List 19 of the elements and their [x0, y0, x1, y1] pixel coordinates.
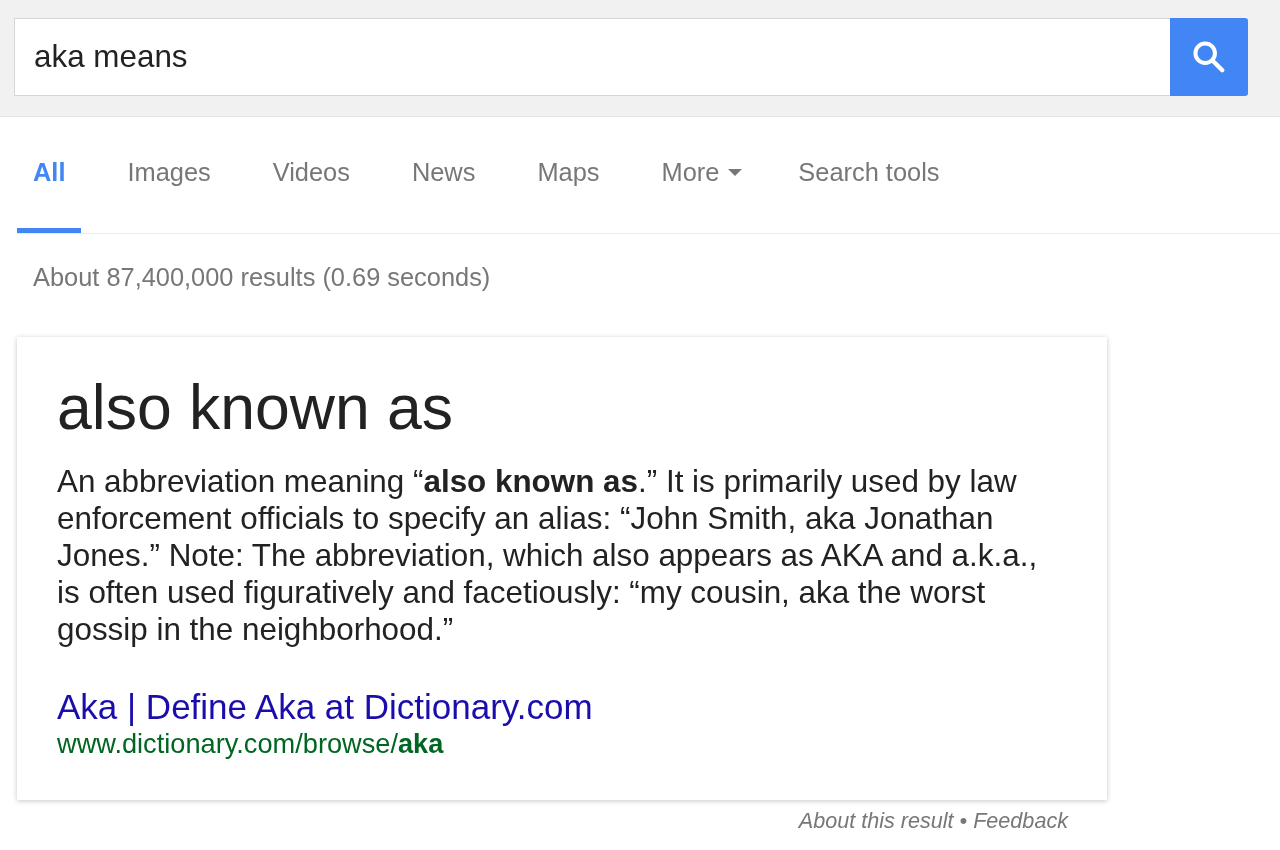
nav-tab[interactable]: Search tools	[782, 117, 956, 233]
nav-tab[interactable]: Images	[111, 117, 227, 233]
nav-tab[interactable]: News	[395, 117, 492, 233]
footer-link[interactable]: Feedback	[973, 808, 1068, 834]
nav-tab[interactable]: Maps	[521, 117, 616, 233]
result-stats: About 87,400,000 results (0.69 seconds)	[33, 262, 491, 292]
search-field[interactable]: aka means	[14, 18, 1170, 96]
definition-text: An abbreviation meaning “also known as.” It is primarily used by law enforcement officials to specify an alias: “John Smith, aka Jonathan Jones.” Note: The abbreviation, which also appears as AKA and a.k.a., is often used figuratively and facetiously: “my cousin, aka the worst gossip in the neighborhood.”	[57, 463, 1039, 648]
answer-title: also known as	[57, 371, 454, 444]
search-icon	[1193, 41, 1225, 73]
footer-link[interactable]: About this result	[798, 808, 954, 834]
source-url: www.dictionary.com/browse/aka	[57, 728, 444, 760]
separator-dot: •	[959, 808, 968, 834]
nav-tab[interactable]: All	[17, 117, 82, 233]
nav-tab[interactable]: Videos	[256, 117, 366, 233]
nav-tab[interactable]: More	[645, 117, 759, 233]
source-link[interactable]: Aka | Define Aka at Dictionary.com	[57, 686, 593, 728]
search-button[interactable]	[1170, 18, 1248, 96]
caret-icon	[728, 169, 743, 176]
